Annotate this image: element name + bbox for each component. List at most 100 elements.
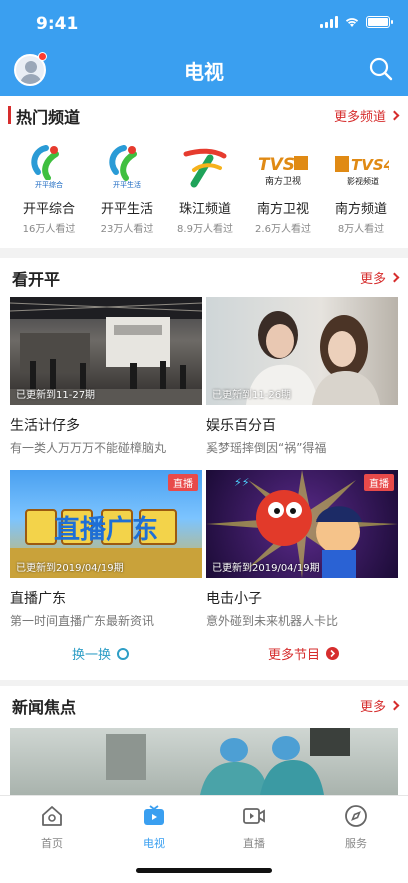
chevron-circle-right-icon xyxy=(326,647,340,660)
tab-label: 服务 xyxy=(345,837,367,850)
channel-views: 23万人看过 xyxy=(100,224,154,235)
live-camera-icon xyxy=(243,808,265,824)
battery-icon xyxy=(366,16,393,28)
svg-text:影视频道: 影视频道 xyxy=(347,176,379,186)
tv-icon xyxy=(144,805,164,825)
section-header: 看开平 更多 xyxy=(0,258,408,294)
hot-channels-section: 热门频道 更多频道 开平综合 开平综合 16万人看过 开平生活 开平生活 23万… xyxy=(0,96,408,248)
status-time: 9:41 xyxy=(36,14,79,34)
channel-logo: TVS 南方卫视 xyxy=(254,142,312,192)
program-title: 电击小子 xyxy=(206,591,262,607)
live-badge: 直播 xyxy=(168,474,198,491)
channel-item[interactable]: 开平生活 开平生活 23万人看过 xyxy=(88,138,166,238)
section-title: 热门频道 xyxy=(16,108,81,127)
program-desc: 意外碰到未来机器人卡比 xyxy=(206,614,339,628)
top-bar: 9:41 电视 xyxy=(0,0,408,96)
wifi-icon xyxy=(345,18,359,27)
channel-name: 南方频道 xyxy=(334,202,387,217)
more-link[interactable]: 更多 xyxy=(359,696,400,715)
program-thumbnail: ⚡⚡ 直播 已更新到2019/04/19期 xyxy=(206,470,398,578)
more-programs-button[interactable]: 更多节目 xyxy=(268,644,340,663)
program-title: 直播广东 xyxy=(10,591,66,607)
svg-text:南方卫视: 南方卫视 xyxy=(265,175,301,187)
svg-text:直播广东: 直播广东 xyxy=(54,514,158,545)
program-desc: 第一时间直播广东最新资讯 xyxy=(10,614,155,628)
channel-name: 南方卫视 xyxy=(256,202,309,217)
program-title: 娱乐百分百 xyxy=(206,418,276,434)
more-link[interactable]: 更多 xyxy=(359,268,400,287)
swap-button[interactable]: 换一换 xyxy=(72,644,130,663)
channel-name: 开平综合 xyxy=(22,202,75,217)
news-thumbnail[interactable] xyxy=(10,728,398,795)
signal-icon xyxy=(320,16,338,28)
channel-views: 2.6万人看过 xyxy=(255,224,311,235)
channel-list: 开平综合 开平综合 16万人看过 开平生活 开平生活 23万人看过 珠江频道 8… xyxy=(10,138,408,238)
tab-label: 电视 xyxy=(143,837,165,850)
channel-views: 8.9万人看过 xyxy=(177,224,233,235)
chevron-right-icon xyxy=(389,110,400,121)
program-card[interactable]: 直播广东 直播 已更新到2019/04/19期 直播广东 第一时间直播广东最新资… xyxy=(10,470,202,629)
chevron-right-icon xyxy=(389,700,400,711)
channel-logo: TVS4 影视频道 xyxy=(332,142,390,192)
channel-views: 8万人看过 xyxy=(337,224,385,235)
channel-logo: 开平综合 xyxy=(20,142,78,192)
svg-text:⚡⚡: ⚡⚡ xyxy=(234,476,249,489)
channel-item[interactable]: TVS4 影视频道 南方频道 8万人看过 xyxy=(322,138,400,238)
tab-label: 首页 xyxy=(41,837,63,850)
program-thumbnail: 直播广东 直播 已更新到2019/04/19期 xyxy=(10,470,202,578)
channel-views: 16万人看过 xyxy=(22,224,76,235)
update-label: 已更新到11-26期 xyxy=(212,390,292,401)
program-title: 生活计仔多 xyxy=(10,418,80,434)
section-marker xyxy=(8,106,11,124)
tab-live[interactable]: 直播 xyxy=(214,804,294,851)
program-thumbnail: 已更新到11-27期 xyxy=(10,297,202,405)
channel-item[interactable]: 开平综合 开平综合 16万人看过 xyxy=(10,138,88,238)
live-badge: 直播 xyxy=(364,474,394,491)
section-header: 新闻焦点 更多 xyxy=(0,686,408,722)
channel-item[interactable]: TVS 南方卫视 南方卫视 2.6万人看过 xyxy=(244,138,322,238)
more-programs-label: 更多节目 xyxy=(268,648,321,663)
svg-text:开平综合: 开平综合 xyxy=(35,180,63,189)
channel-name: 珠江频道 xyxy=(178,202,231,217)
compass-icon xyxy=(345,805,367,827)
home-indicator xyxy=(136,868,272,873)
home-icon xyxy=(42,806,62,826)
status-bar: 9:41 xyxy=(0,0,408,44)
refresh-icon xyxy=(117,647,130,660)
svg-text:TVS4: TVS4 xyxy=(351,156,389,174)
svg-text:TVS: TVS xyxy=(258,155,295,175)
program-desc: 奚梦瑶摔倒因“祸”得福 xyxy=(206,441,327,455)
status-icons xyxy=(320,16,393,28)
channel-logo: 开平生活 xyxy=(98,142,156,192)
svg-text:开平生活: 开平生活 xyxy=(113,180,141,189)
section-title: 新闻焦点 xyxy=(12,698,77,717)
program-card[interactable]: 已更新到11-27期 生活计仔多 有一类人万万万不能碰樟脑丸 xyxy=(10,297,202,456)
update-label: 已更新到2019/04/19期 xyxy=(16,563,124,574)
more-channels-label: 更多频道 xyxy=(333,110,386,125)
more-label: 更多 xyxy=(359,272,386,287)
header: 电视 xyxy=(0,44,408,96)
channel-logo xyxy=(176,142,234,192)
channel-item[interactable]: 珠江频道 8.9万人看过 xyxy=(166,138,244,238)
search-icon[interactable] xyxy=(368,56,394,82)
section-header: 热门频道 更多频道 xyxy=(0,96,408,132)
kaiping-section: 看开平 更多 已更新到11-27期 生活计仔多 有一类人万万万不能碰樟脑丸 已更… xyxy=(0,258,408,680)
more-label: 更多 xyxy=(359,700,386,715)
more-channels-link[interactable]: 更多频道 xyxy=(333,106,400,125)
update-label: 已更新到2019/04/19期 xyxy=(212,563,320,574)
section-title: 看开平 xyxy=(12,270,61,289)
section-actions: 换一换 更多节目 xyxy=(0,638,408,664)
program-thumbnail: 已更新到11-26期 xyxy=(206,297,398,405)
tab-label: 直播 xyxy=(243,837,265,850)
program-card[interactable]: ⚡⚡ 直播 已更新到2019/04/19期 电击小子 意外碰到未来机器人卡比 xyxy=(206,470,398,629)
tab-home[interactable]: 首页 xyxy=(12,804,92,851)
channel-name: 开平生活 xyxy=(100,202,153,217)
page-title: 电视 xyxy=(184,60,224,84)
program-desc: 有一类人万万万不能碰樟脑丸 xyxy=(10,441,167,455)
swap-label: 换一换 xyxy=(72,648,112,663)
tab-service[interactable]: 服务 xyxy=(316,804,396,851)
tab-tv[interactable]: 电视 xyxy=(114,804,194,851)
news-section: 新闻焦点 更多 xyxy=(0,686,408,795)
program-card[interactable]: 已更新到11-26期 娱乐百分百 奚梦瑶摔倒因“祸”得福 xyxy=(206,297,398,456)
chevron-right-icon xyxy=(389,272,400,283)
